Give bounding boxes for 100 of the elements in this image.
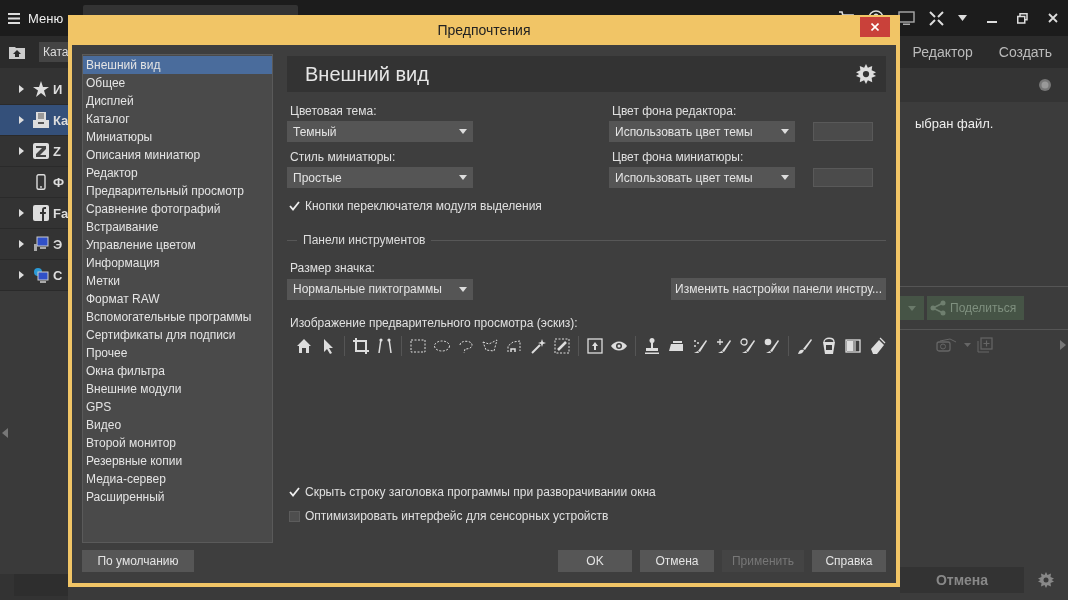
category-item[interactable]: Медиа-сервер — [83, 470, 272, 488]
category-item[interactable]: Метки — [83, 272, 272, 290]
stamp-icon[interactable] — [643, 337, 661, 355]
category-item[interactable]: Окна фильтра — [83, 362, 272, 380]
category-item[interactable]: Управление цветом — [83, 236, 272, 254]
category-item[interactable]: Встраивание — [83, 218, 272, 236]
upload-frame-icon[interactable] — [586, 337, 604, 355]
close-icon[interactable] — [1048, 13, 1058, 23]
default-button[interactable]: По умолчанию — [82, 550, 194, 572]
category-item[interactable]: Вспомогательные программы — [83, 308, 272, 326]
share-icon — [930, 300, 946, 316]
category-item[interactable]: Сравнение фотографий — [83, 200, 272, 218]
close-button[interactable] — [860, 17, 890, 37]
f-logo-icon — [33, 205, 49, 221]
customize-toolbar-button[interactable]: Изменить настройки панели инстру... — [671, 278, 886, 300]
field-label: Размер значка: — [289, 261, 375, 275]
category-item[interactable]: Формат RAW — [83, 290, 272, 308]
group-title: Панели инструментов — [303, 233, 426, 247]
category-item[interactable]: Внешние модули — [83, 380, 272, 398]
dropdown[interactable]: Использовать цвет темы — [609, 121, 795, 142]
fullscreen-icon[interactable] — [929, 10, 944, 26]
dropdown[interactable]: Нормальные пиктограммы — [287, 278, 473, 300]
category-item[interactable]: Дисплей — [83, 92, 272, 110]
expand-arrow-icon[interactable] — [19, 271, 24, 279]
check-icon — [289, 201, 300, 211]
category-item[interactable]: Видео — [83, 416, 272, 434]
category-item[interactable]: Общее — [83, 74, 272, 92]
category-item[interactable]: Каталог — [83, 110, 272, 128]
category-item[interactable]: Предварительный просмотр — [83, 182, 272, 200]
restore-icon[interactable] — [1017, 12, 1028, 24]
nav-item[interactable]: Ка — [0, 105, 68, 136]
collapse-arrow-icon[interactable] — [2, 427, 8, 438]
dialog-button[interactable]: OK — [558, 550, 632, 572]
category-item[interactable]: Сертификаты для подписи — [83, 326, 272, 344]
category-item[interactable]: Миниатюры — [83, 128, 272, 146]
category-item[interactable]: Второй монитор — [83, 434, 272, 452]
mode-tab[interactable]: Редактор — [912, 44, 973, 60]
category-item[interactable]: Описания миниатюр — [83, 146, 272, 164]
spot-brush-icon[interactable] — [691, 337, 709, 355]
crop-icon[interactable] — [352, 337, 370, 355]
caret-icon — [781, 129, 789, 134]
smart-lasso-icon[interactable] — [505, 337, 523, 355]
folder-home-icon[interactable] — [9, 45, 25, 59]
category-item[interactable]: Редактор — [83, 164, 272, 182]
category-item[interactable]: Расширенный — [83, 488, 272, 506]
category-item[interactable]: Резервные копии — [83, 452, 272, 470]
plus-brush-icon[interactable] — [715, 337, 733, 355]
expand-arrow-icon[interactable] — [19, 85, 24, 93]
magic-wand-icon[interactable] — [529, 337, 547, 355]
color-swatch[interactable] — [813, 122, 873, 141]
category-item[interactable]: Прочее — [83, 344, 272, 362]
caret-icon — [459, 286, 467, 292]
cancel-button[interactable]: Отмена — [900, 567, 1024, 593]
color-swatch[interactable] — [813, 168, 873, 187]
rectangle-select-icon[interactable] — [409, 337, 427, 355]
home-icon[interactable] — [295, 337, 313, 355]
brush-icon[interactable] — [796, 337, 814, 355]
checkbox[interactable]: Скрыть строку заголовка программы при разворачивании окна — [289, 485, 656, 499]
dialog-button[interactable]: Отмена — [640, 550, 714, 572]
caret-icon — [459, 175, 467, 180]
nav-item[interactable]: Fa — [0, 198, 68, 229]
ring-brush-icon[interactable] — [739, 337, 757, 355]
category-item[interactable]: Внешний вид — [83, 56, 272, 74]
check-icon — [289, 487, 300, 497]
expand-arrow-icon[interactable] — [19, 240, 24, 248]
nav-item[interactable]: Z — [0, 136, 68, 167]
dropdown[interactable]: Использовать цвет темы — [609, 167, 795, 188]
nav-label: Ка — [53, 112, 69, 128]
expand-arrow-icon[interactable] — [19, 116, 24, 124]
dropdown[interactable]: Темный — [287, 121, 473, 142]
straighten-icon[interactable] — [376, 337, 394, 355]
ellipse-select-icon[interactable] — [433, 337, 451, 355]
category-item[interactable]: GPS — [83, 398, 272, 416]
caret-icon — [781, 175, 789, 180]
dropdown[interactable]: Простые — [287, 167, 473, 188]
expand-arrow-icon[interactable] — [19, 209, 24, 217]
monitor-icon[interactable] — [898, 10, 915, 26]
checkbox[interactable]: Оптимизировать интерфейс для сенсорных устройств — [289, 509, 609, 523]
nav-label: И — [53, 81, 63, 97]
brush-select-icon[interactable] — [553, 337, 571, 355]
checkbox[interactable]: Кнопки переключателя модуля выделения — [289, 199, 542, 213]
nav-label: C — [53, 267, 63, 283]
field-label: Цветовая тема: — [289, 104, 377, 118]
nav-label: Э — [53, 236, 63, 252]
drawer-icon — [33, 112, 49, 128]
bucket-icon[interactable] — [820, 337, 838, 355]
category-item[interactable]: Информация — [83, 254, 272, 272]
settings-icon[interactable] — [856, 64, 876, 84]
gradient-icon[interactable] — [844, 337, 862, 355]
phone-icon — [33, 174, 49, 190]
settings-icon[interactable] — [1038, 78, 1052, 92]
caret-icon[interactable] — [958, 15, 967, 21]
menu-button[interactable]: Меню — [8, 10, 64, 26]
expand-arrow-icon[interactable] — [19, 147, 24, 155]
z-logo-icon — [33, 143, 49, 159]
eraser-icon[interactable] — [868, 337, 886, 355]
dot-brush-icon[interactable] — [763, 337, 781, 355]
star-icon — [33, 81, 49, 97]
mode-tab[interactable]: Создать — [998, 44, 1052, 60]
dialog-button[interactable]: Справка — [812, 550, 886, 572]
